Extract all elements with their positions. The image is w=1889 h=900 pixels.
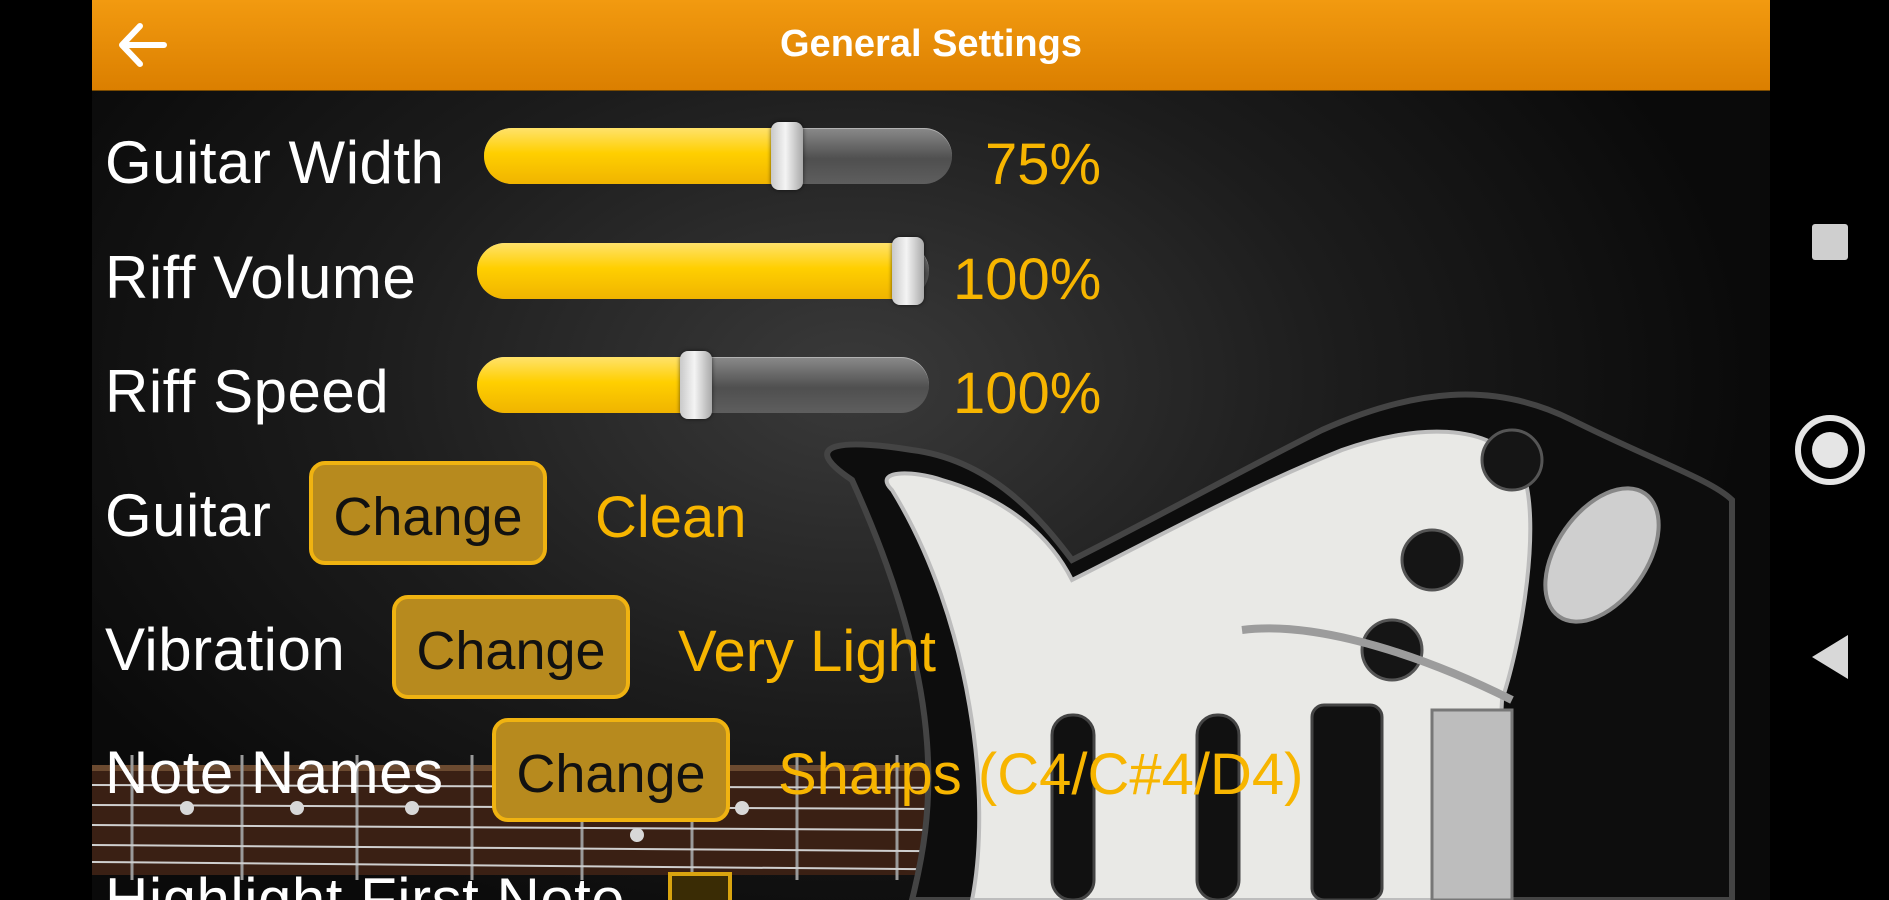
slider-thumb[interactable] [771,122,803,190]
note-names-label: Note Names [105,739,444,806]
riff-speed-value: 100% [953,361,1102,426]
vibration-change-button[interactable]: Change [392,595,630,699]
triangle-back-icon [1812,635,1848,679]
app-header: General Settings [92,0,1770,91]
slider-thumb[interactable] [680,351,712,419]
guitar-change-button[interactable]: Change [309,461,547,565]
riff-speed-label: Riff Speed [105,358,390,425]
note-names-value: Sharps (C4/C#4/D4) [778,742,1304,807]
note-names-change-button[interactable]: Change [492,718,730,822]
slider-fill [477,243,917,299]
vibration-label: Vibration [105,616,346,683]
slider-fill [484,128,784,184]
recents-button[interactable] [1810,222,1850,262]
guitar-width-label: Guitar Width [105,129,445,196]
riff-speed-slider[interactable] [477,351,929,419]
vibration-value: Very Light [678,619,936,684]
guitar-value: Clean [595,485,747,550]
riff-volume-value: 100% [953,247,1102,312]
system-navigation-bar [1770,0,1889,900]
slider-fill [477,357,697,413]
highlight-first-note-checkbox[interactable] [668,872,732,900]
home-button[interactable] [1793,413,1867,487]
riff-volume-slider[interactable] [477,237,929,305]
guitar-label: Guitar [105,482,272,549]
back-nav-button[interactable] [1808,633,1852,681]
guitar-width-value: 75% [985,132,1102,197]
page-title: General Settings [780,23,1082,65]
settings-screen: General Settings Guitar Width 75% Riff V… [92,0,1770,900]
riff-volume-label: Riff Volume [105,244,417,311]
guitar-width-slider[interactable] [484,122,952,190]
square-icon [1812,224,1848,260]
highlight-first-note-label: Highlight First Note [105,866,626,900]
slider-thumb[interactable] [892,237,924,305]
circle-icon [1795,415,1865,485]
